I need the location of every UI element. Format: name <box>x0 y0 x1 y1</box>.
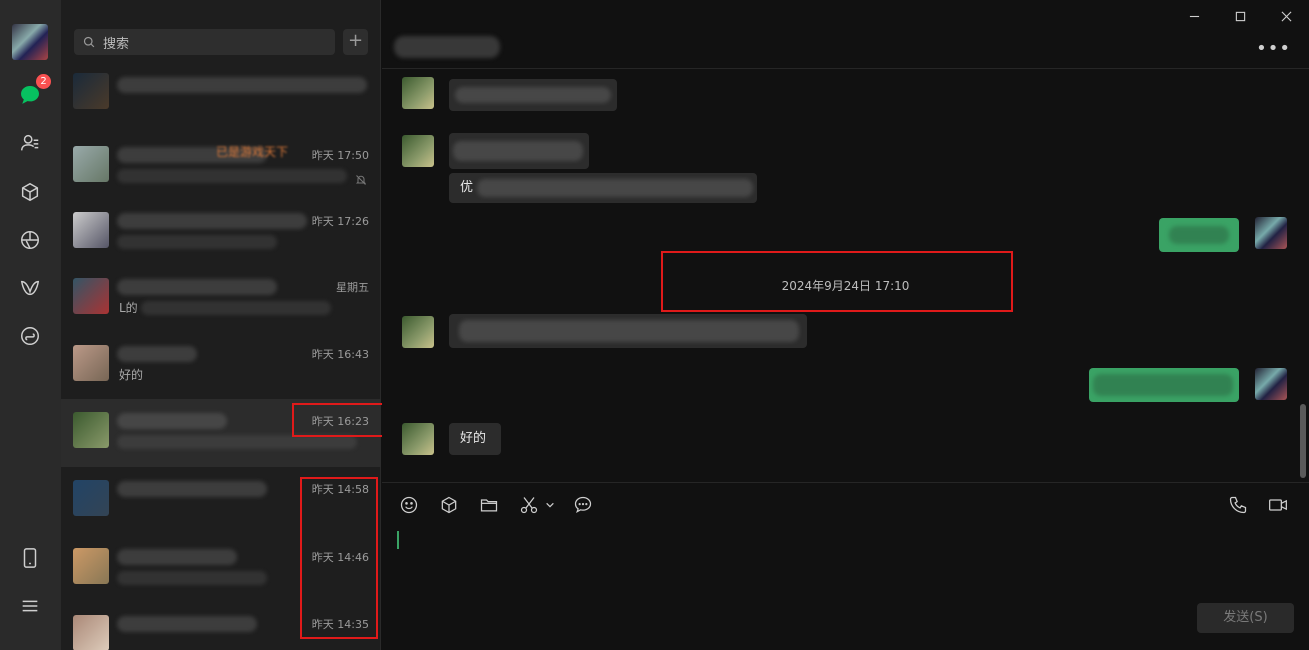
message-bubble[interactable] <box>1159 218 1239 252</box>
contact-avatar <box>73 615 109 650</box>
phone-call-icon[interactable] <box>1227 494 1249 516</box>
list-item[interactable]: 昨天 17:26 <box>61 199 381 267</box>
contact-name-highlight: 已是游戏天下 <box>216 145 289 159</box>
wechat-window: 2 搜索 + 已是游戏天下 昨天 17:50 昨天 17:26 L的 星期五 好… <box>0 0 1309 650</box>
contact-name <box>117 77 367 93</box>
contact-avatar <box>73 412 109 448</box>
redacted-text <box>477 179 753 197</box>
redacted-text <box>453 141 583 161</box>
my-avatar[interactable] <box>12 24 48 60</box>
redacted-text <box>1169 226 1229 244</box>
message-preview <box>117 169 347 183</box>
timestamp: 昨天 16:43 <box>311 348 369 361</box>
favorites-icon[interactable] <box>438 494 460 516</box>
conversation-list: 搜索 + 已是游戏天下 昨天 17:50 昨天 17:26 L的 星期五 好的 … <box>61 0 387 650</box>
phone-device-icon[interactable] <box>15 543 45 573</box>
moments-icon[interactable] <box>15 225 45 255</box>
contact-avatar <box>73 212 109 248</box>
message-preview <box>117 571 267 585</box>
redacted-text <box>459 320 799 342</box>
close-icon[interactable] <box>1263 0 1309 32</box>
message-bubble[interactable]: 优 <box>449 173 757 203</box>
mini-programs-icon[interactable] <box>15 321 45 351</box>
my-avatar[interactable] <box>1255 368 1287 400</box>
contact-avatar[interactable] <box>402 423 434 455</box>
message-text: 好的 <box>460 431 487 446</box>
more-options-icon[interactable]: ••• <box>1256 38 1291 59</box>
contact-name <box>117 481 267 497</box>
composer-divider <box>382 482 1309 483</box>
contact-avatar <box>73 345 109 381</box>
contact-avatar <box>73 146 109 182</box>
search-input[interactable]: 搜索 <box>74 29 335 55</box>
contact-name <box>117 279 277 295</box>
contact-name <box>117 346 197 362</box>
maximize-icon[interactable] <box>1217 0 1263 32</box>
menu-icon[interactable] <box>15 591 45 621</box>
unread-badge: 2 <box>36 74 51 89</box>
favorites-icon[interactable] <box>15 177 45 207</box>
message-bubble[interactable] <box>1089 368 1239 402</box>
contact-avatar[interactable] <box>402 316 434 348</box>
chevron-down-icon[interactable] <box>544 494 556 516</box>
contact-avatar <box>73 480 109 516</box>
list-item[interactable]: 已是游戏天下 昨天 17:50 <box>61 133 381 201</box>
message-bubble[interactable] <box>449 133 589 169</box>
redacted-text <box>1093 374 1233 396</box>
channels-icon[interactable] <box>15 273 45 303</box>
message-preview <box>117 435 357 449</box>
contact-name <box>117 413 227 429</box>
chat-title <box>394 36 500 58</box>
message-preview: L的 <box>119 301 138 315</box>
contact-avatar <box>73 73 109 109</box>
contact-name <box>117 549 237 565</box>
list-item[interactable]: 好的 昨天 16:43 <box>61 332 381 400</box>
folder-icon[interactable] <box>478 494 500 516</box>
message-text: 优 <box>460 180 474 195</box>
window-controls <box>1171 0 1309 32</box>
message-preview: 好的 <box>119 368 144 382</box>
annotation-box <box>300 477 378 639</box>
message-bubble[interactable] <box>449 314 807 348</box>
video-call-icon[interactable] <box>1267 494 1289 516</box>
mute-bell-icon <box>355 171 367 190</box>
redacted-text <box>455 87 611 103</box>
my-avatar[interactable] <box>1255 217 1287 249</box>
message-bubble[interactable]: 好的 <box>449 423 501 455</box>
composer-toolbar <box>398 494 612 516</box>
text-cursor[interactable] <box>397 531 399 549</box>
scissors-icon[interactable] <box>518 494 540 516</box>
contact-avatar <box>73 548 109 584</box>
list-item[interactable] <box>61 65 381 133</box>
message-preview <box>117 235 277 249</box>
contact-name <box>117 616 257 632</box>
chats-icon[interactable]: 2 <box>15 74 51 110</box>
chat-panel: ••• 优 2024年9月24日 17:10 好的 发送(S) <box>382 0 1309 650</box>
contact-name <box>117 213 307 229</box>
timestamp: 昨天 17:50 <box>311 149 369 162</box>
list-item[interactable]: L的 星期五 <box>61 265 381 333</box>
contact-avatar <box>73 278 109 314</box>
send-button[interactable]: 发送(S) <box>1197 603 1294 633</box>
contact-avatar[interactable] <box>402 77 434 109</box>
timestamp: 星期五 <box>336 281 369 294</box>
nav-rail: 2 <box>0 0 61 650</box>
call-tools <box>1209 494 1289 516</box>
annotation-box <box>661 251 1013 312</box>
minimize-icon[interactable] <box>1171 0 1217 32</box>
annotation-box <box>292 403 387 437</box>
contact-avatar[interactable] <box>402 135 434 167</box>
timestamp: 昨天 17:26 <box>311 215 369 228</box>
message-preview-blur <box>141 301 331 315</box>
search-icon <box>83 36 95 48</box>
message-area: 优 2024年9月24日 17:10 好的 <box>382 69 1309 482</box>
search-placeholder: 搜索 <box>103 36 130 52</box>
add-button[interactable]: + <box>343 29 368 55</box>
emoji-icon[interactable] <box>398 494 420 516</box>
contacts-icon[interactable] <box>15 128 45 158</box>
message-bubble[interactable] <box>449 79 617 111</box>
scrollbar[interactable] <box>1300 404 1306 478</box>
chat-bubble-icon[interactable] <box>572 494 594 516</box>
